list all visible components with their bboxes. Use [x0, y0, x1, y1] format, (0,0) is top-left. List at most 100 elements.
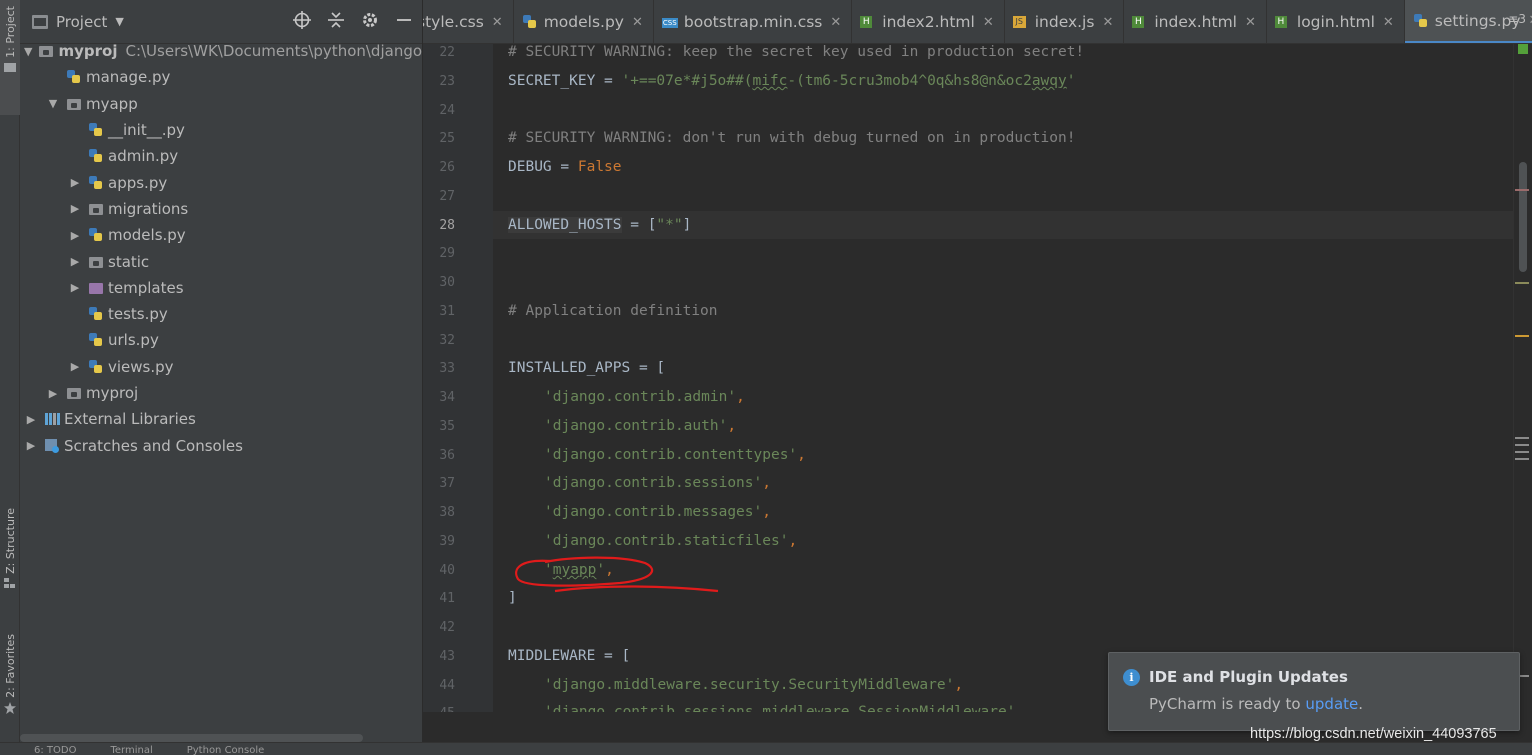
code-identifier-highlighted: ALLOWED_HOSTS	[508, 217, 622, 233]
tree-node-file[interactable]: ▶ apps.py	[20, 169, 422, 195]
locate-icon[interactable]	[292, 10, 312, 30]
collapsed-arrow-icon[interactable]: ▶	[46, 387, 60, 400]
todo-tool-button[interactable]: 6: TODO	[34, 745, 76, 755]
python-file-icon	[66, 69, 82, 85]
inspection-ok-icon[interactable]	[1518, 44, 1528, 54]
tab-overflow-menu[interactable]: ≡3	[1508, 12, 1526, 26]
expanded-arrow-icon[interactable]: ▼	[24, 45, 32, 58]
tree-node-file[interactable]: urls.py	[20, 327, 422, 353]
stripe-marker[interactable]	[1515, 451, 1529, 453]
code-editor[interactable]: # SECURITY WARNING: keep the secret key …	[493, 44, 1513, 712]
python-console-tool-button[interactable]: Python Console	[187, 745, 265, 755]
close-icon[interactable]: ✕	[1529, 13, 1532, 28]
tab-index-html[interactable]: index.html ✕	[1124, 0, 1267, 43]
stripe-marker[interactable]	[1515, 282, 1529, 284]
gear-icon[interactable]	[360, 10, 380, 30]
close-icon[interactable]: ✕	[983, 15, 994, 30]
tree-node-file[interactable]: ▶ models.py	[20, 222, 422, 248]
folder-icon	[4, 62, 16, 72]
collapse-all-icon[interactable]	[326, 10, 346, 30]
stripe-marker[interactable]	[1515, 335, 1529, 337]
tab-index2-html[interactable]: index2.html ✕	[852, 0, 1005, 43]
tab-index-js[interactable]: index.js ✕	[1005, 0, 1125, 43]
tree-node-label: __init__.py	[108, 121, 185, 140]
minimize-icon[interactable]	[394, 10, 414, 30]
collapsed-arrow-icon[interactable]: ▶	[68, 202, 82, 215]
folder-icon	[38, 43, 54, 59]
stripe-marker[interactable]	[1515, 444, 1529, 446]
tree-node-label: admin.py	[108, 147, 179, 166]
horizontal-scrollbar[interactable]	[20, 734, 363, 742]
close-icon[interactable]: ✕	[1102, 15, 1113, 30]
tree-node-folder[interactable]: ▶ migrations	[20, 196, 422, 222]
update-link[interactable]: update	[1305, 695, 1358, 713]
code-string: 'django.contrib.staticfiles'	[544, 533, 789, 549]
favorites-tool-tab[interactable]: 2: Favorites	[0, 634, 20, 734]
terminal-tool-button[interactable]: Terminal	[110, 745, 152, 755]
tree-node-file[interactable]: admin.py	[20, 143, 422, 169]
tree-node-file[interactable]: manage.py	[20, 64, 422, 90]
tree-node-file[interactable]: tests.py	[20, 301, 422, 327]
tree-node-label: myproj	[58, 42, 118, 61]
code-line-40: 'myapp',	[508, 562, 614, 578]
code-operator: ]	[682, 217, 692, 233]
html-file-icon	[1274, 14, 1291, 30]
html-file-icon	[860, 14, 876, 30]
tab-bootstrap-css[interactable]: bootstrap.min.css ✕	[654, 0, 853, 43]
folder-icon	[88, 201, 104, 217]
tree-node-libraries[interactable]: ▶ External Libraries	[20, 406, 422, 432]
python-file-icon	[88, 148, 104, 164]
close-icon[interactable]: ✕	[632, 15, 643, 30]
collapsed-arrow-icon[interactable]: ▶	[24, 413, 38, 426]
code-line-45: 'django.contrib.sessions.middleware.Sess…	[508, 704, 1024, 712]
tab-login-html[interactable]: login.html ✕	[1267, 0, 1405, 43]
tree-node-file[interactable]: __init__.py	[20, 117, 422, 143]
structure-tool-tab[interactable]: Z: Structure	[0, 508, 20, 608]
code-string: 'django.contrib.sessions'	[544, 475, 763, 491]
line-number: 22	[439, 45, 455, 60]
project-tool-tab[interactable]: 1: Project	[0, 0, 20, 115]
collapsed-arrow-icon[interactable]: ▶	[24, 439, 38, 452]
collapsed-arrow-icon[interactable]: ▶	[68, 281, 82, 294]
line-number: 40	[439, 563, 455, 578]
tree-node-folder[interactable]: ▶ templates	[20, 275, 422, 301]
collapsed-arrow-icon[interactable]: ▶	[68, 255, 82, 268]
stripe-marker[interactable]	[1515, 458, 1529, 460]
update-notification[interactable]: i IDE and Plugin Updates PyCharm is read…	[1108, 652, 1520, 731]
vertical-scrollbar[interactable]	[1519, 162, 1527, 272]
tree-node-folder[interactable]: ▶ static	[20, 248, 422, 274]
chevron-down-icon[interactable]: ▼	[115, 15, 123, 28]
tab-style-css[interactable]: style.css ✕	[423, 0, 514, 43]
tree-node-folder[interactable]: ▶ myproj	[20, 380, 422, 406]
line-number: 38	[439, 505, 455, 520]
stripe-marker[interactable]	[1515, 437, 1529, 439]
stripe-marker[interactable]	[1515, 189, 1529, 191]
collapsed-arrow-icon[interactable]: ▶	[68, 229, 82, 242]
python-file-icon	[88, 359, 104, 375]
code-comma: ,	[1015, 704, 1025, 712]
code-line-28: ALLOWED_HOSTS = ["*"]	[508, 217, 691, 233]
tree-node-root[interactable]: ▼ myproj C:\Users\WK\Documents\python\dj…	[20, 38, 422, 64]
close-icon[interactable]: ✕	[830, 15, 841, 30]
code-string: '+==07e*#j5o##(	[621, 73, 753, 89]
folder-icon	[66, 385, 82, 401]
close-icon[interactable]: ✕	[1245, 15, 1256, 30]
line-number: 32	[439, 333, 455, 348]
code-operator: =	[595, 73, 622, 89]
project-panel-title[interactable]: Project	[56, 13, 107, 31]
library-icon	[44, 411, 60, 427]
tree-node-file[interactable]: ▶ views.py	[20, 354, 422, 380]
tree-node-label: External Libraries	[64, 410, 196, 429]
tree-node-folder[interactable]: ▼ myapp	[20, 91, 422, 117]
html-file-icon	[1132, 14, 1148, 30]
collapsed-arrow-icon[interactable]: ▶	[68, 176, 82, 189]
expanded-arrow-icon[interactable]: ▼	[46, 97, 60, 110]
tree-node-scratches[interactable]: ▶ Scratches and Consoles	[20, 432, 422, 458]
close-icon[interactable]: ✕	[492, 15, 503, 30]
tree-node-label: Scratches and Consoles	[64, 436, 243, 455]
tab-models-py[interactable]: models.py ✕	[514, 0, 654, 43]
collapsed-arrow-icon[interactable]: ▶	[68, 360, 82, 373]
close-icon[interactable]: ✕	[1383, 15, 1394, 30]
tree-node-label: views.py	[108, 357, 174, 376]
code-operator: =	[551, 159, 578, 175]
